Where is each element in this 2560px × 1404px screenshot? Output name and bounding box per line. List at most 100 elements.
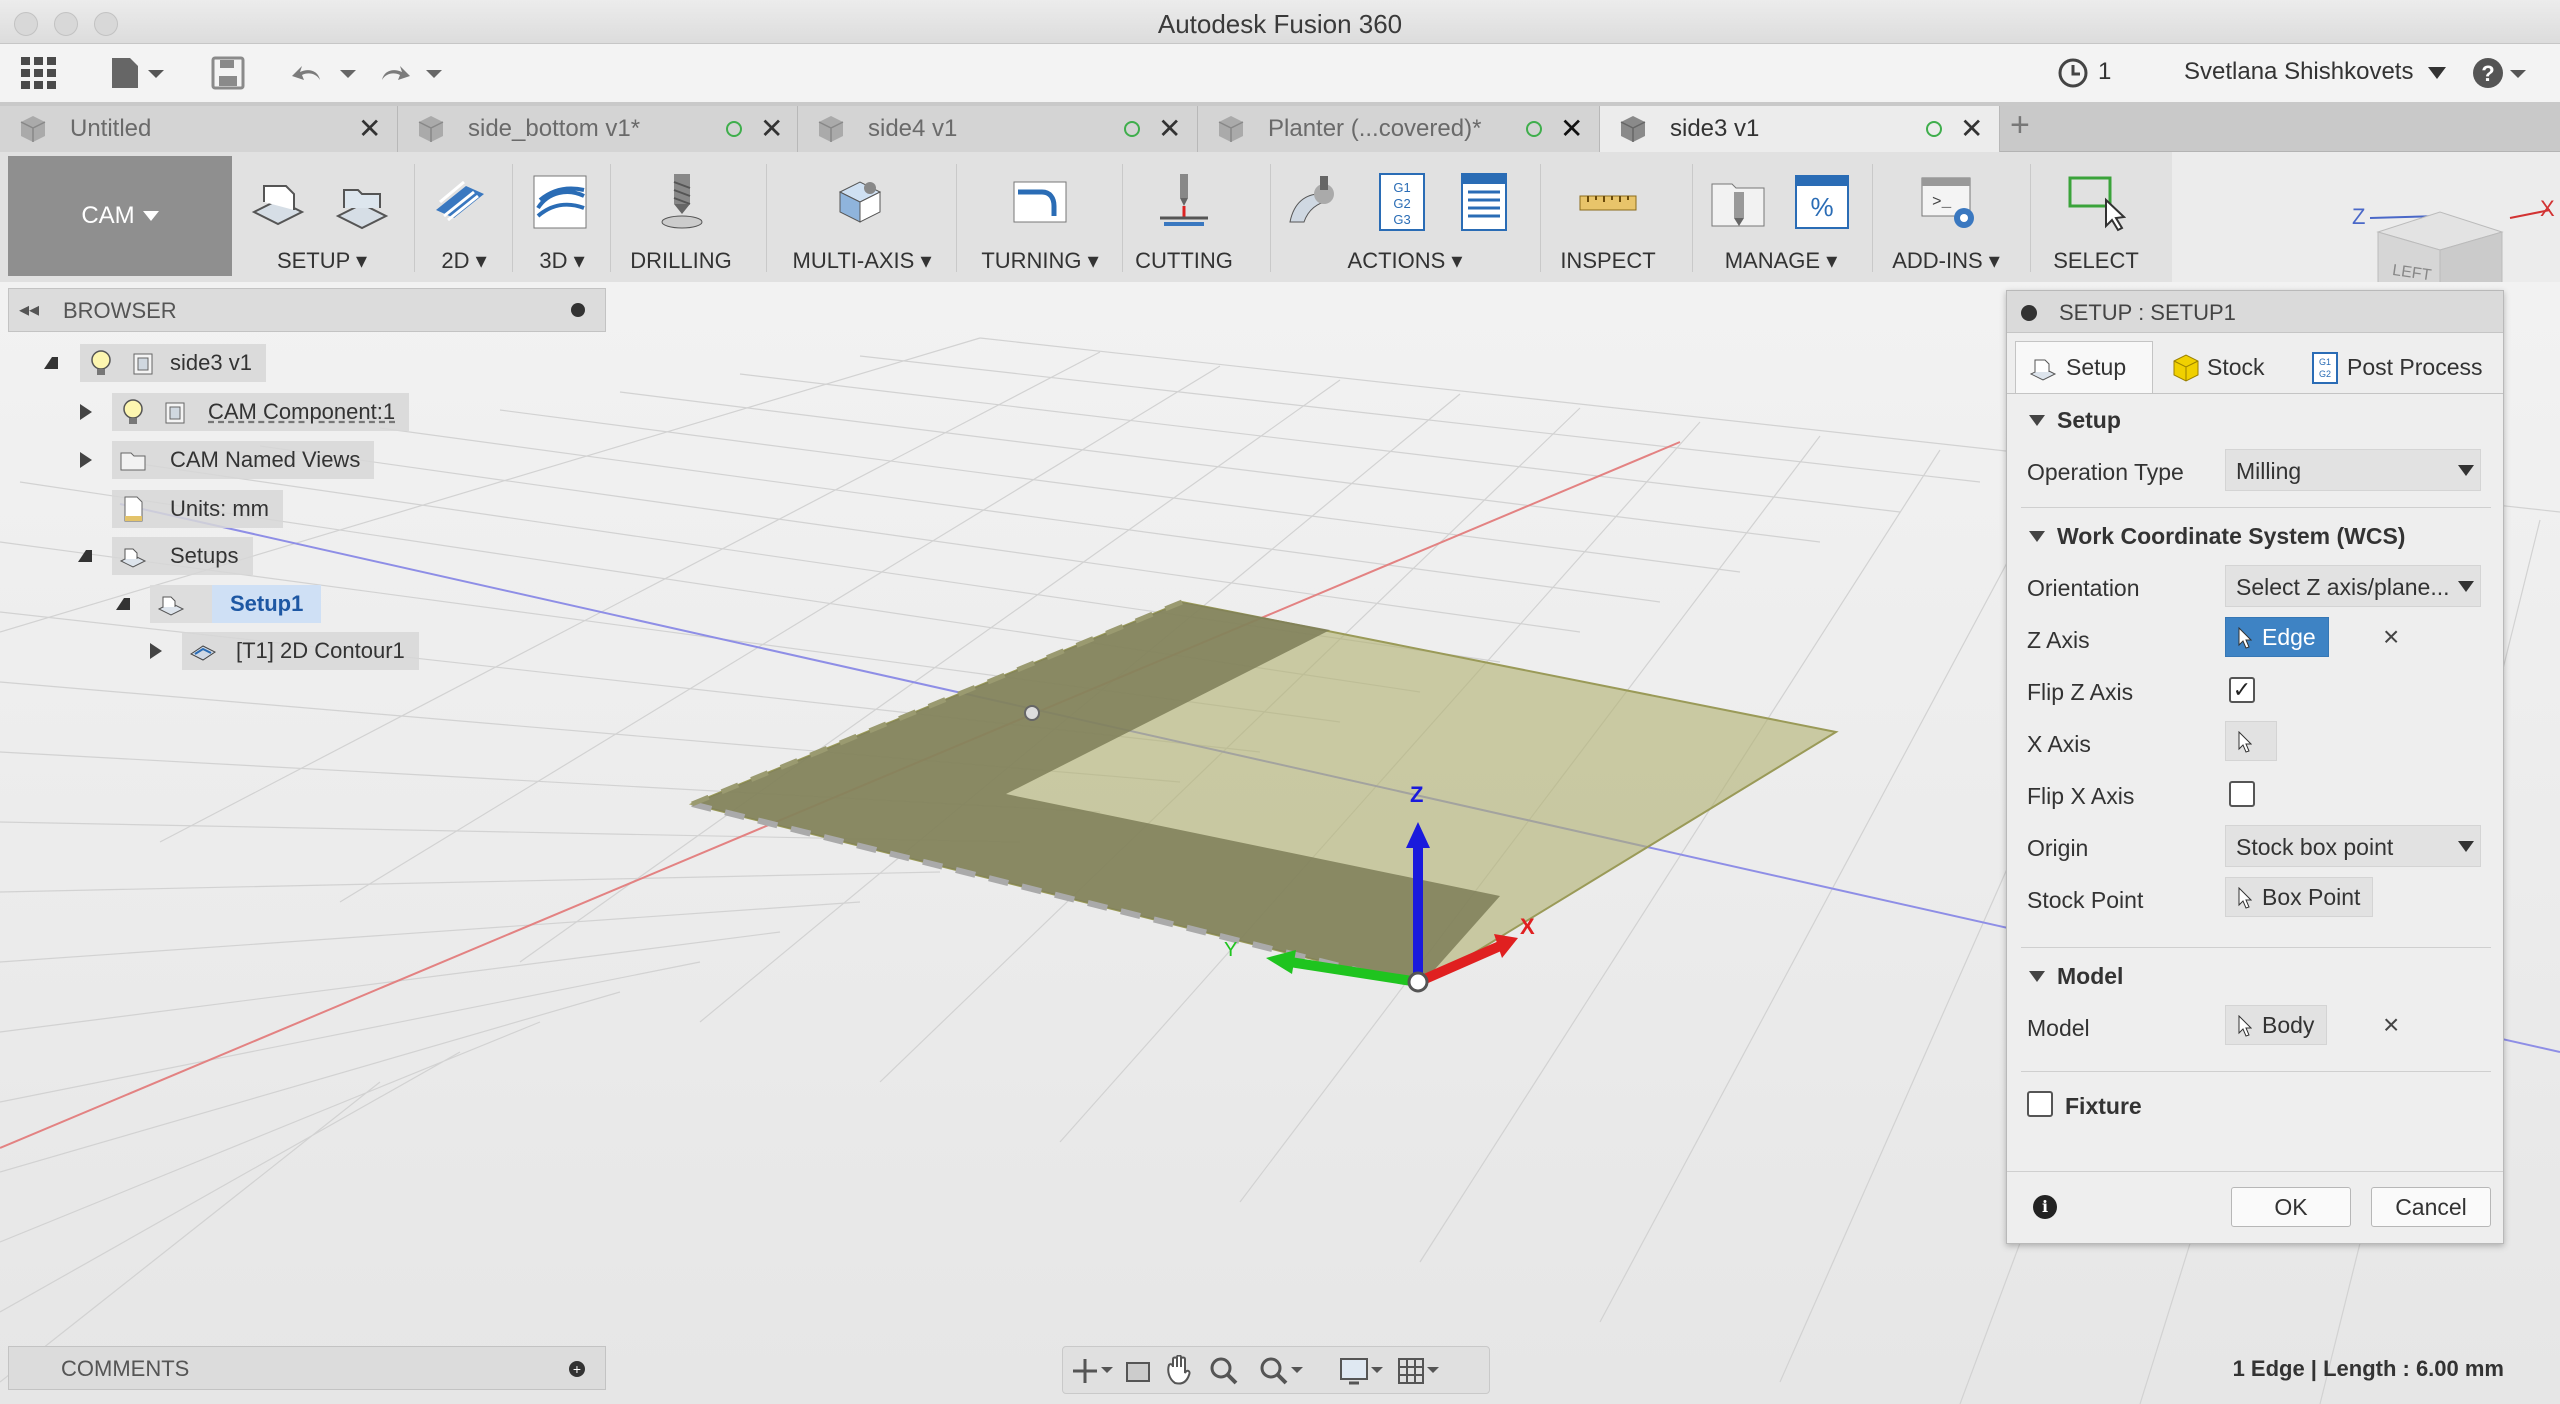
collapse-dialog-icon[interactable] <box>2021 305 2037 321</box>
tab-post-process[interactable]: G1 G2 Post Process <box>2297 341 2497 393</box>
z-axis-selector[interactable]: Edge <box>2225 617 2329 657</box>
save-icon[interactable] <box>210 56 246 90</box>
origin-select[interactable]: Stock box point <box>2225 825 2481 867</box>
comments-panel[interactable]: COMMENTS + <box>8 1346 606 1390</box>
close-tab-icon[interactable]: ✕ <box>1560 112 1583 145</box>
ok-button[interactable]: OK <box>2231 1187 2351 1227</box>
close-tab-icon[interactable]: ✕ <box>760 112 783 145</box>
cursor-arrow-icon <box>2238 731 2252 753</box>
clear-z-axis-icon[interactable]: × <box>2383 621 2399 653</box>
fit-zoom-icon[interactable] <box>1260 1357 1303 1385</box>
clear-model-icon[interactable]: × <box>2383 1009 2399 1041</box>
tree-item-setup1[interactable]: Setup1 <box>116 585 322 623</box>
view-cube[interactable]: Z X LEFT <box>2340 194 2560 294</box>
tree-item-label: side3 v1 <box>170 350 252 375</box>
close-tab-icon[interactable]: ✕ <box>358 112 381 145</box>
expand-triangle-icon[interactable] <box>80 404 92 420</box>
visibility-bulb-icon[interactable] <box>86 348 116 378</box>
document-icon <box>124 496 143 522</box>
file-menu-icon[interactable] <box>108 56 170 90</box>
section-setup-header[interactable]: Setup <box>2029 407 2121 434</box>
manage-group[interactable]: % MANAGE ▾ <box>1698 152 1864 282</box>
svg-text:?: ? <box>2481 61 2494 86</box>
operation-type-select[interactable]: Milling <box>2225 449 2481 491</box>
drilling-group[interactable]: DRILLING <box>616 152 746 282</box>
section-divider <box>2021 507 2491 508</box>
tab-setup[interactable]: Setup <box>2015 341 2153 393</box>
sync-status-icon <box>1926 121 1942 137</box>
cancel-button[interactable]: Cancel <box>2371 1187 2491 1227</box>
orientation-select[interactable]: Select Z axis/plane... <box>2225 565 2481 607</box>
minimize-panel-icon[interactable] <box>571 303 585 317</box>
footer-divider <box>2007 1171 2503 1172</box>
actions-group[interactable]: G1 G2 G3 ACTIONS ▾ <box>1276 152 1534 282</box>
post-process-tab-icon: G1G2 <box>2312 352 2338 384</box>
visibility-bulb-icon[interactable] <box>118 397 148 427</box>
workspace-switcher[interactable]: CAM <box>8 156 232 276</box>
stock-body[interactable] <box>688 599 1839 989</box>
cutting-group[interactable]: CUTTING <box>1128 152 1240 282</box>
pan-icon[interactable] <box>1167 1355 1191 1385</box>
section-wcs-header[interactable]: Work Coordinate System (WCS) <box>2029 523 2405 550</box>
tab-stock[interactable]: Stock <box>2157 341 2293 393</box>
tab-planter[interactable]: Planter (...covered)* ✕ <box>1198 106 1600 152</box>
tree-item-label: CAM Named Views <box>170 447 361 472</box>
section-model-header[interactable]: Model <box>2029 963 2123 990</box>
add-ins-group[interactable]: >_ ADD-INS ▾ <box>1878 152 2014 282</box>
collapse-triangle-icon[interactable] <box>116 598 130 610</box>
x-axis-selector[interactable] <box>2225 721 2277 761</box>
add-comment-icon[interactable]: + <box>569 1361 585 1377</box>
apps-grid-icon[interactable] <box>20 56 58 90</box>
orbit-icon[interactable] <box>1073 1359 1113 1383</box>
actions-group-label: ACTIONS <box>1347 248 1446 273</box>
collapse-panel-icon[interactable]: ◂◂ <box>19 297 39 322</box>
stock-point-selector[interactable]: Box Point <box>2225 877 2374 917</box>
select-group-label: SELECT <box>2053 248 2139 273</box>
new-tab-button[interactable]: + <box>2010 106 2030 145</box>
look-at-icon[interactable] <box>1126 1362 1150 1382</box>
expand-triangle-icon[interactable] <box>150 643 162 659</box>
zoom-icon[interactable] <box>1210 1357 1238 1385</box>
tab-untitled[interactable]: Untitled ✕ <box>0 106 398 152</box>
close-tab-icon[interactable]: ✕ <box>1960 112 1983 145</box>
tree-item-named-views[interactable]: CAM Named Views <box>80 441 375 479</box>
tree-item-units[interactable]: Units: mm <box>112 490 283 528</box>
3d-group[interactable]: 3D ▾ <box>518 152 606 282</box>
close-tab-icon[interactable]: ✕ <box>1158 112 1181 145</box>
job-status-icon[interactable] <box>2056 56 2090 90</box>
display-settings-icon[interactable] <box>1340 1358 1383 1385</box>
2d-group[interactable]: 2D ▾ <box>420 152 508 282</box>
tab-side-bottom[interactable]: side_bottom v1* ✕ <box>398 106 798 152</box>
help-icon[interactable]: ? <box>2472 56 2534 90</box>
tab-label: Planter (...covered)* <box>1268 115 1482 142</box>
collapse-triangle-icon[interactable] <box>78 550 92 562</box>
expand-triangle-icon[interactable] <box>80 452 92 468</box>
tree-item-root[interactable]: side3 v1 <box>44 344 266 382</box>
setup-group[interactable]: SETUP ▾ <box>236 152 408 282</box>
collapse-triangle-icon[interactable] <box>44 357 58 369</box>
turning-group[interactable]: TURNING ▾ <box>962 152 1118 282</box>
2d-milling-icon <box>436 180 484 222</box>
inspect-group[interactable]: INSPECT <box>1546 152 1670 282</box>
multi-axis-group[interactable]: MULTI-AXIS ▾ <box>772 152 952 282</box>
grid-settings-icon[interactable] <box>1398 1358 1439 1384</box>
toolbar-ribbon: CAM SETUP ▾ 2D ▾ 3D ▾ DRILLING MULTI-AXI… <box>0 152 2560 282</box>
chevron-down-icon <box>2458 841 2474 852</box>
redo-icon[interactable] <box>376 56 446 90</box>
fixture-checkbox[interactable] <box>2027 1091 2053 1117</box>
tab-side4[interactable]: side4 v1 ✕ <box>798 106 1198 152</box>
info-icon[interactable]: i <box>2033 1195 2057 1219</box>
browser-panel-header[interactable]: ◂◂ BROWSER <box>8 288 606 332</box>
user-account-menu[interactable]: Svetlana Shishkovets <box>2184 58 2447 86</box>
tree-item-cam-component[interactable]: CAM Component:1 <box>80 393 410 431</box>
flip-z-axis-checkbox[interactable]: ✓ <box>2229 677 2255 703</box>
tab-side3[interactable]: side3 v1 ✕ <box>1600 106 2000 152</box>
dialog-header[interactable]: SETUP : SETUP1 <box>2007 291 2503 333</box>
undo-icon[interactable] <box>290 56 360 90</box>
flip-x-axis-checkbox[interactable] <box>2229 781 2255 807</box>
select-group[interactable]: SELECT <box>2036 152 2156 282</box>
viewcube-x-label: X <box>2540 196 2555 221</box>
model-selector[interactable]: Body <box>2225 1005 2328 1045</box>
tree-item-contour[interactable]: [T1] 2D Contour1 <box>150 632 419 670</box>
tree-item-setups[interactable]: Setups <box>78 537 253 575</box>
